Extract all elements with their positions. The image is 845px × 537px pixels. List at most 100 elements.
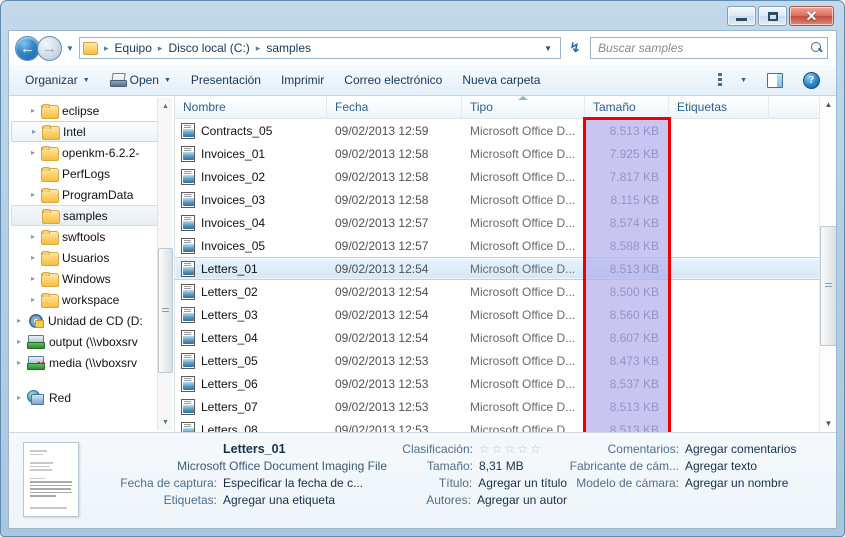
- sidebar-item-programdata[interactable]: ▸ProgramData: [9, 184, 174, 205]
- star-icon[interactable]: ☆: [530, 443, 541, 455]
- forward-button[interactable]: →: [37, 36, 62, 61]
- file-name-cell[interactable]: Letters_01: [175, 261, 327, 277]
- table-row[interactable]: Contracts_0509/02/2013 12:59Microsoft Of…: [175, 119, 836, 142]
- sidebar-item-perflogs[interactable]: PerfLogs: [9, 163, 174, 184]
- search-input[interactable]: [598, 41, 811, 55]
- table-row[interactable]: Invoices_0409/02/2013 12:57Microsoft Off…: [175, 211, 836, 234]
- scroll-up-arrow-icon[interactable]: ▲: [820, 96, 836, 113]
- address-dropdown-icon[interactable]: ▼: [540, 44, 558, 53]
- rating-stars[interactable]: ☆ ☆ ☆ ☆ ☆: [479, 443, 541, 455]
- sidebar-item-usuarios[interactable]: ▸Usuarios: [9, 247, 174, 268]
- minimize-button[interactable]: [727, 6, 756, 26]
- new-folder-button[interactable]: Nueva carpeta: [452, 68, 550, 92]
- address-bar[interactable]: ▸ Equipo ▸ Disco local (C:) ▸ samples ▼: [79, 37, 561, 59]
- breadcrumb-item-equipo[interactable]: Equipo: [113, 41, 154, 55]
- expand-triangle-icon[interactable]: ▸: [11, 316, 27, 325]
- details-field-value[interactable]: Agregar un título: [478, 476, 567, 490]
- expand-triangle-icon[interactable]: ▸: [25, 106, 41, 115]
- file-list-scrollbar-thumb[interactable]: [820, 226, 836, 346]
- breadcrumb-item-disco-local[interactable]: Disco local (C:): [166, 41, 251, 55]
- sidebar-item-unidad-de-cd-d[interactable]: ▸Unidad de CD (D:: [9, 310, 174, 331]
- sidebar-item-intel[interactable]: ▸Intel: [11, 121, 172, 142]
- sidebar-item-eclipse[interactable]: ▸eclipse: [9, 100, 174, 121]
- column-header-fecha[interactable]: Fecha: [327, 96, 462, 118]
- email-button[interactable]: Correo electrónico: [334, 68, 452, 92]
- file-name-cell[interactable]: Letters_03: [175, 307, 327, 323]
- sidebar-item-swftools[interactable]: ▸swftools: [9, 226, 174, 247]
- details-field-value[interactable]: Agregar una etiqueta: [223, 493, 335, 507]
- expand-triangle-icon[interactable]: ▸: [25, 148, 41, 157]
- expand-triangle-icon[interactable]: ▸: [25, 295, 41, 304]
- change-view-button[interactable]: ▼: [708, 68, 757, 92]
- column-header-etiquetas[interactable]: Etiquetas: [669, 96, 769, 118]
- table-row[interactable]: Letters_0309/02/2013 12:54Microsoft Offi…: [175, 303, 836, 326]
- scroll-down-arrow-icon[interactable]: ▼: [158, 414, 173, 430]
- file-name-cell[interactable]: Invoices_01: [175, 146, 327, 162]
- print-button[interactable]: Imprimir: [271, 68, 334, 92]
- table-row[interactable]: Letters_0209/02/2013 12:54Microsoft Offi…: [175, 280, 836, 303]
- file-name-cell[interactable]: Letters_04: [175, 330, 327, 346]
- file-name-cell[interactable]: Invoices_02: [175, 169, 327, 185]
- details-field-value[interactable]: Agregar un autor: [477, 493, 567, 507]
- expand-triangle-icon[interactable]: ▸: [11, 337, 27, 346]
- table-row[interactable]: Letters_0709/02/2013 12:53Microsoft Offi…: [175, 395, 836, 418]
- table-row[interactable]: Letters_0809/02/2013 12:53Microsoft Offi…: [175, 418, 836, 432]
- sidebar-item-samples[interactable]: samples: [11, 205, 172, 226]
- details-field-value[interactable]: Agregar texto: [685, 459, 757, 473]
- file-list-scrollbar[interactable]: ▲ ▼: [819, 96, 836, 432]
- details-field-value[interactable]: Agregar comentarios: [685, 442, 796, 456]
- column-header-tamano[interactable]: Tamaño: [585, 96, 669, 118]
- search-box[interactable]: [590, 37, 828, 59]
- file-name-cell[interactable]: Letters_06: [175, 376, 327, 392]
- history-dropdown-button[interactable]: ▼: [63, 44, 77, 53]
- table-row[interactable]: Letters_0109/02/2013 12:54Microsoft Offi…: [175, 257, 836, 280]
- details-field-value[interactable]: Agregar un nombre: [685, 476, 788, 490]
- file-name-cell[interactable]: Letters_02: [175, 284, 327, 300]
- refresh-button[interactable]: ↯: [564, 37, 586, 59]
- column-header-tipo[interactable]: Tipo: [462, 96, 585, 118]
- expand-triangle-icon[interactable]: ▸: [25, 232, 41, 241]
- expand-triangle-icon[interactable]: ▸: [25, 274, 41, 283]
- file-name-cell[interactable]: Invoices_03: [175, 192, 327, 208]
- file-name-cell[interactable]: Letters_05: [175, 353, 327, 369]
- star-icon[interactable]: ☆: [492, 443, 503, 455]
- presentation-button[interactable]: Presentación: [181, 68, 271, 92]
- open-button[interactable]: Open ▼: [100, 68, 181, 92]
- expand-triangle-icon[interactable]: ▸: [11, 358, 27, 367]
- file-name-cell[interactable]: Invoices_05: [175, 238, 327, 254]
- close-button[interactable]: ✕: [789, 6, 834, 26]
- breadcrumb-item-samples[interactable]: samples: [264, 41, 313, 55]
- table-row[interactable]: Letters_0609/02/2013 12:53Microsoft Offi…: [175, 372, 836, 395]
- scroll-up-arrow-icon[interactable]: ▲: [158, 98, 173, 114]
- navigation-scrollbar[interactable]: ▲ ▼: [157, 98, 172, 430]
- organize-button[interactable]: Organizar ▼: [15, 68, 100, 92]
- table-row[interactable]: Letters_0409/02/2013 12:54Microsoft Offi…: [175, 326, 836, 349]
- expand-triangle-icon[interactable]: ▸: [11, 393, 27, 402]
- table-row[interactable]: Invoices_0209/02/2013 12:58Microsoft Off…: [175, 165, 836, 188]
- table-row[interactable]: Invoices_0509/02/2013 12:57Microsoft Off…: [175, 234, 836, 257]
- help-button[interactable]: ?: [793, 67, 830, 94]
- expand-triangle-icon[interactable]: ▸: [25, 190, 41, 199]
- sidebar-item-output-vboxsrv[interactable]: ▸output (\\vboxsrv: [9, 331, 174, 352]
- scroll-down-arrow-icon[interactable]: ▼: [820, 415, 836, 432]
- details-field-value[interactable]: Especificar la fecha de c...: [223, 476, 363, 490]
- table-row[interactable]: Invoices_0309/02/2013 12:58Microsoft Off…: [175, 188, 836, 211]
- sidebar-item-workspace[interactable]: ▸workspace: [9, 289, 174, 310]
- sidebar-item-windows[interactable]: ▸Windows: [9, 268, 174, 289]
- sidebar-item-media-vboxsrv[interactable]: ▸✖media (\\vboxsrv: [9, 352, 174, 373]
- file-name-cell[interactable]: Contracts_05: [175, 123, 327, 139]
- navigation-scrollbar-thumb[interactable]: [158, 248, 173, 373]
- preview-pane-button[interactable]: [757, 68, 793, 93]
- file-name-cell[interactable]: Invoices_04: [175, 215, 327, 231]
- star-icon[interactable]: ☆: [479, 443, 490, 455]
- table-row[interactable]: Letters_0509/02/2013 12:53Microsoft Offi…: [175, 349, 836, 372]
- expand-triangle-icon[interactable]: ▸: [26, 127, 42, 136]
- sidebar-item-openkm-6-2-2[interactable]: ▸openkm-6.2.2-: [9, 142, 174, 163]
- star-icon[interactable]: ☆: [505, 443, 516, 455]
- table-row[interactable]: Invoices_0109/02/2013 12:58Microsoft Off…: [175, 142, 836, 165]
- sidebar-item-red[interactable]: ▸Red: [9, 387, 174, 408]
- star-icon[interactable]: ☆: [517, 443, 528, 455]
- column-header-nombre[interactable]: Nombre: [175, 96, 327, 118]
- file-name-cell[interactable]: Letters_08: [175, 422, 327, 433]
- file-name-cell[interactable]: Letters_07: [175, 399, 327, 415]
